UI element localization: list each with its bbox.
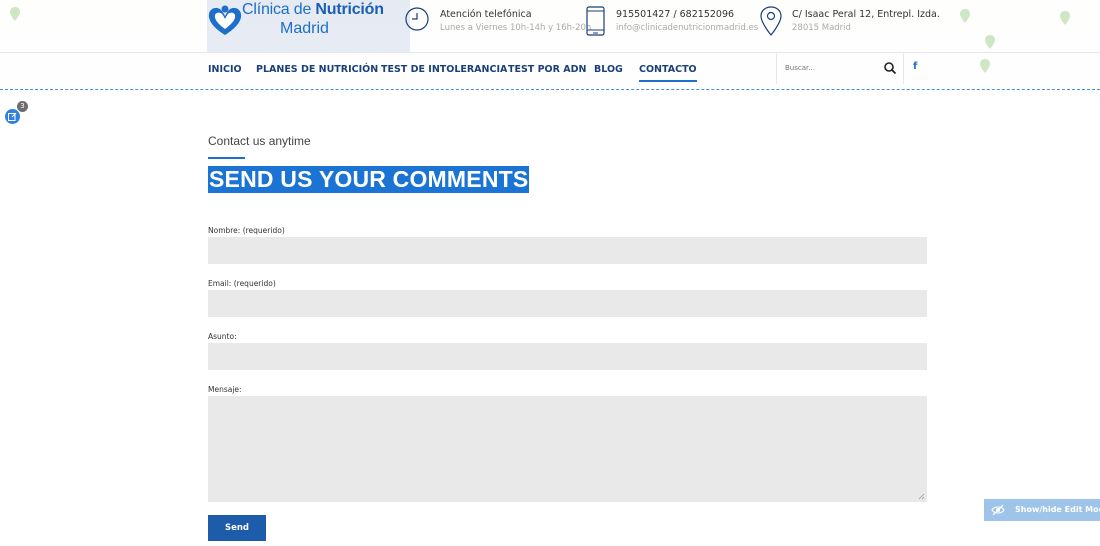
edit-mode-toggle-button[interactable]: Show/hide Edit Mod — [984, 499, 1100, 521]
contact-address-block: C/ Isaac Peral 12, Entrepl. Izda. 28015 … — [760, 6, 940, 40]
contact-hours-block: Atención telefónica Lunes a Viernes 10h-… — [404, 6, 591, 40]
section-subtitle: Contact us anytime — [208, 134, 311, 148]
location-pin-icon — [760, 6, 782, 36]
nav-contacto[interactable]: CONTACTO — [639, 64, 697, 82]
site-logo[interactable]: Clínica de Nutrición Madrid — [206, 0, 384, 40]
map-marker-icon — [1060, 10, 1070, 25]
nav-blog[interactable]: BLOG — [594, 64, 623, 75]
name-field[interactable] — [208, 237, 927, 264]
search-box — [776, 52, 904, 84]
map-marker-icon — [985, 34, 995, 49]
subject-field[interactable] — [208, 343, 927, 370]
resize-handle-icon[interactable] — [918, 493, 925, 500]
eye-slash-icon — [991, 504, 1005, 516]
subject-label: Asunto: — [208, 332, 237, 341]
main-navigation: INICIO PLANES DE NUTRICIÓN TEST DE INTOL… — [0, 52, 1100, 84]
facebook-icon[interactable]: f — [913, 61, 917, 72]
message-label: Mensaje: — [208, 385, 242, 394]
phone-numbers[interactable]: 915501427 / 682152096 — [616, 9, 734, 20]
address-line: C/ Isaac Peral 12, Entrepl. Izda. — [792, 9, 940, 20]
logo-text-line2: Madrid — [280, 20, 329, 37]
section-title: SEND US YOUR COMMENTS — [208, 166, 530, 193]
search-icon[interactable] — [883, 61, 897, 75]
map-marker-icon — [10, 6, 20, 21]
map-marker-icon — [960, 8, 970, 23]
title-underline — [208, 157, 245, 159]
email-address[interactable]: info@clinicadenutricionmadrid.es — [616, 23, 758, 33]
phone-icon — [586, 6, 605, 36]
contact-phone-block: 915501427 / 682152096 info@clinicadenutr… — [586, 6, 761, 40]
heart-hands-logo-icon — [208, 5, 242, 35]
clock-icon — [405, 7, 429, 31]
edit-count-badge: 3 — [17, 101, 28, 112]
nav-test-por-adn[interactable]: TEST POR ADN — [508, 64, 586, 75]
nav-inicio[interactable]: INICIO — [208, 64, 242, 75]
hours-detail: Lunes a Viernes 10h-14h y 16h-20h — [440, 23, 592, 33]
email-field[interactable] — [208, 290, 927, 317]
edit-icon — [8, 112, 17, 121]
search-input[interactable] — [785, 60, 875, 76]
message-field[interactable] — [208, 396, 927, 502]
email-label: Email: (requerido) — [208, 279, 276, 288]
edit-region-divider — [0, 89, 1100, 90]
send-button[interactable]: Send — [208, 515, 266, 541]
name-label: Nombre: (requerido) — [208, 226, 285, 235]
nav-planes-de-nutricion[interactable]: PLANES DE NUTRICIÓN — [256, 64, 378, 75]
edit-shortcut-button[interactable] — [5, 109, 20, 124]
hours-title: Atención telefónica — [440, 9, 532, 20]
logo-text-line1: Clínica de Nutrición — [242, 1, 384, 18]
nav-test-de-intolerancia[interactable]: TEST DE INTOLERANCIA — [381, 64, 507, 75]
edit-mode-toggle-label: Show/hide Edit Mod — [1015, 505, 1100, 514]
postal-code: 28015 Madrid — [792, 23, 851, 33]
